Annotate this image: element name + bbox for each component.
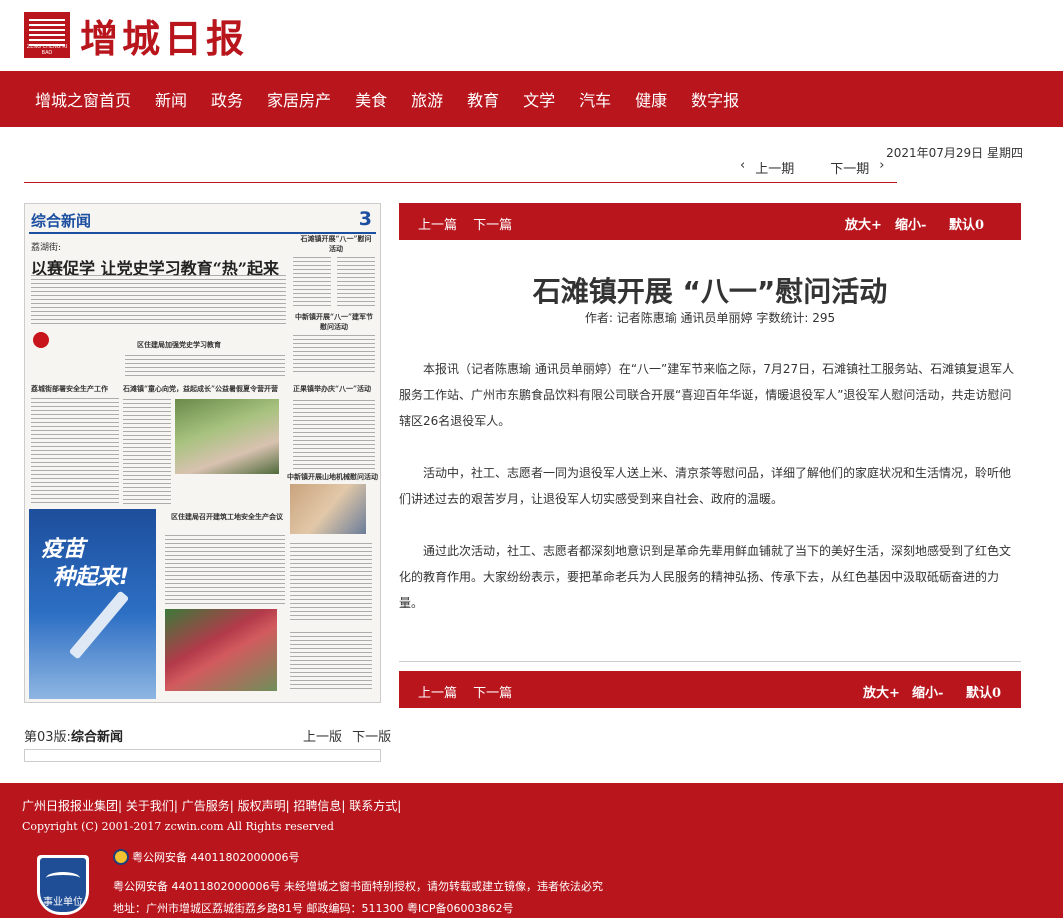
- paper-mid-title[interactable]: 区住建局加强党史学习教育: [137, 340, 221, 350]
- paper-side-title-1[interactable]: 石滩镇开展“八一”慰问活动: [297, 234, 375, 254]
- paper-row-title-2[interactable]: 石滩镇“童心向党，益起成长”公益暑假夏令营开营: [123, 384, 291, 394]
- issue-date: 2021年07月29日 星期四: [886, 146, 1023, 160]
- nav-item-government[interactable]: 政务: [211, 87, 243, 111]
- article-body: 本报讯（记者陈惠瑜 通讯员单丽婷）在“八一”建军节来临之际，7月27日，石滩镇社…: [399, 356, 1021, 642]
- nav-item-travel[interactable]: 旅游: [411, 87, 443, 111]
- article-title: 石滩镇开展 “八一”慰问活动: [532, 275, 888, 308]
- party-emblem-icon: [33, 332, 49, 348]
- nav-item-education[interactable]: 教育: [467, 87, 499, 111]
- paper-text-column: [31, 274, 286, 324]
- page-nav: 上一版 下一版: [303, 726, 391, 745]
- paper-headline-kicker: 荔湖街:: [31, 243, 62, 253]
- footer-links[interactable]: 广州日报报业集团| 关于我们| 广告服务| 版权声明| 招聘信息| 联系方式|: [22, 797, 401, 814]
- paper-page-number: 3: [358, 208, 372, 230]
- paper-text-column: [290, 629, 372, 689]
- paper-row-title-5[interactable]: 区住建局召开建筑工地安全生产会议: [167, 512, 287, 522]
- next-issue-link[interactable]: 下一期: [830, 158, 869, 177]
- paper-photo-visit: [290, 484, 366, 534]
- page-label: 第03版:综合新闻: [24, 726, 123, 745]
- paper-row-title-4[interactable]: 中新镇开展山地机械慰问活动: [287, 472, 378, 482]
- site-logo[interactable]: ZENG CHENG RI BAO 增城日报: [24, 10, 249, 61]
- nav-item-home[interactable]: 增城之窗首页: [35, 87, 131, 111]
- prev-page-link[interactable]: 上一版: [303, 730, 342, 745]
- nav-item-auto[interactable]: 汽车: [579, 87, 611, 111]
- article-paragraph: 通过此次活动，社工、志愿者都深刻地意识到是革命先辈用鲜血铺就了当下的美好生活，深…: [399, 544, 1012, 610]
- paper-text-column: [31, 398, 119, 503]
- prev-issue-link[interactable]: 上一期: [755, 158, 794, 177]
- chevron-right-icon[interactable]: ›: [879, 158, 884, 177]
- site-footer: 广州日报报业集团| 关于我们| 广告服务| 版权声明| 招聘信息| 联系方式| …: [0, 783, 1063, 918]
- nav-item-food[interactable]: 美食: [355, 87, 387, 111]
- zoom-out-button[interactable]: 缩小-: [912, 682, 943, 701]
- article-toolbar-bottom: 上一篇 下一篇 放大+ 缩小- 默认0: [399, 671, 1021, 708]
- paper-text-column: [293, 399, 375, 469]
- page-thumbnail-strip[interactable]: [24, 749, 381, 762]
- police-record[interactable]: 粤公网安备 44011802000006号: [113, 849, 299, 865]
- paper-text-column: [165, 532, 285, 604]
- chevron-left-icon[interactable]: ‹: [740, 158, 745, 177]
- paper-vaccine-ad: 疫苗 种起来!: [29, 509, 156, 699]
- zoom-in-button[interactable]: 放大+: [845, 214, 882, 233]
- paper-text-column: [123, 399, 171, 504]
- institution-badge-icon[interactable]: 事业单位: [37, 855, 89, 915]
- paper-row-title-3[interactable]: 正果镇举办庆“八一”活动: [293, 384, 371, 394]
- next-article-link[interactable]: 下一篇: [473, 686, 512, 701]
- issue-divider: [24, 182, 897, 183]
- issue-nav: ‹ 上一期 下一期 ›: [740, 158, 884, 177]
- article-divider: [399, 661, 1021, 662]
- page-label-name[interactable]: 综合新闻: [71, 730, 123, 745]
- footer-address: 地址：广州市增城区荔城街荔乡路81号 邮政编码：511300 粤ICP备0600…: [113, 902, 514, 915]
- zoom-in-button[interactable]: 放大+: [863, 682, 900, 701]
- vaccine-ad-line2: 种起来!: [53, 565, 130, 590]
- article-paragraph: 活动中，社工、志愿者一同为退役军人送上米、清京茶等慰问品，详细了解他们的家庭状况…: [399, 466, 1012, 506]
- logo-name: 增城日报: [80, 15, 249, 61]
- paper-side-title-2[interactable]: 中新镇开展“八一”建军节慰问活动: [293, 312, 375, 332]
- newspaper-page-image[interactable]: 综合新闻 3 荔湖街: 以赛促学 让党史学习教育“热”起来 石滩镇开展“八一”慰…: [24, 203, 381, 703]
- paper-section: 综合新闻: [31, 212, 92, 230]
- main-nav: 增城之窗首页 新闻 政务 家居房产 美食 旅游 教育 文学 汽车 健康 数字报: [0, 71, 1063, 127]
- paper-text-column: [293, 332, 375, 372]
- article-paragraph: 本报讯（记者陈惠瑜 通讯员单丽婷）在“八一”建军节来临之际，7月27日，石滩镇社…: [399, 362, 1015, 428]
- badge-text: 事业单位: [43, 897, 83, 908]
- logo-subtext: ZENG CHENG RI BAO: [26, 44, 68, 56]
- syringe-icon: [68, 590, 130, 660]
- footer-copyright: Copyright (C) 2001-2017 zcwin.com All Ri…: [22, 820, 334, 833]
- police-record-text: 粤公网安备 44011802000006号: [132, 851, 300, 864]
- nav-item-realestate[interactable]: 家居房产: [267, 87, 331, 111]
- paper-photo-summer-camp: [175, 399, 279, 474]
- paper-text-column: [293, 256, 331, 306]
- nav-item-news[interactable]: 新闻: [155, 87, 187, 111]
- paper-row-title-1[interactable]: 荔城街部署安全生产工作: [31, 384, 108, 394]
- next-article-link[interactable]: 下一篇: [473, 218, 512, 233]
- next-page-link[interactable]: 下一版: [352, 730, 391, 745]
- default-size-button[interactable]: 默认0: [949, 214, 984, 233]
- logo-mark: ZENG CHENG RI BAO: [24, 12, 70, 58]
- police-badge-icon: [113, 849, 129, 865]
- page-label-prefix: 第03版:: [24, 730, 71, 745]
- article-toolbar-top: 上一篇 下一篇 放大+ 缩小- 默认0: [399, 203, 1021, 240]
- zoom-out-button[interactable]: 缩小-: [895, 214, 926, 233]
- nav-item-epaper[interactable]: 数字报: [691, 87, 739, 111]
- footer-notice: 粤公网安备 44011802000006号 未经增城之窗书面特别授权，请勿转载或…: [113, 880, 603, 893]
- paper-photo-activity: [165, 609, 277, 691]
- paper-header: 综合新闻 3: [29, 208, 376, 234]
- article-meta: 作者: 记者陈惠瑜 通讯员单丽婷 字数统计: 295: [584, 311, 836, 325]
- paper-text-column: [290, 540, 372, 620]
- nav-item-health[interactable]: 健康: [635, 87, 667, 111]
- paper-text-column: [125, 352, 285, 376]
- prev-article-link[interactable]: 上一篇: [418, 686, 457, 701]
- prev-article-link[interactable]: 上一篇: [418, 218, 457, 233]
- default-size-button[interactable]: 默认0: [966, 682, 1001, 701]
- nav-item-literature[interactable]: 文学: [523, 87, 555, 111]
- paper-text-column: [337, 256, 375, 306]
